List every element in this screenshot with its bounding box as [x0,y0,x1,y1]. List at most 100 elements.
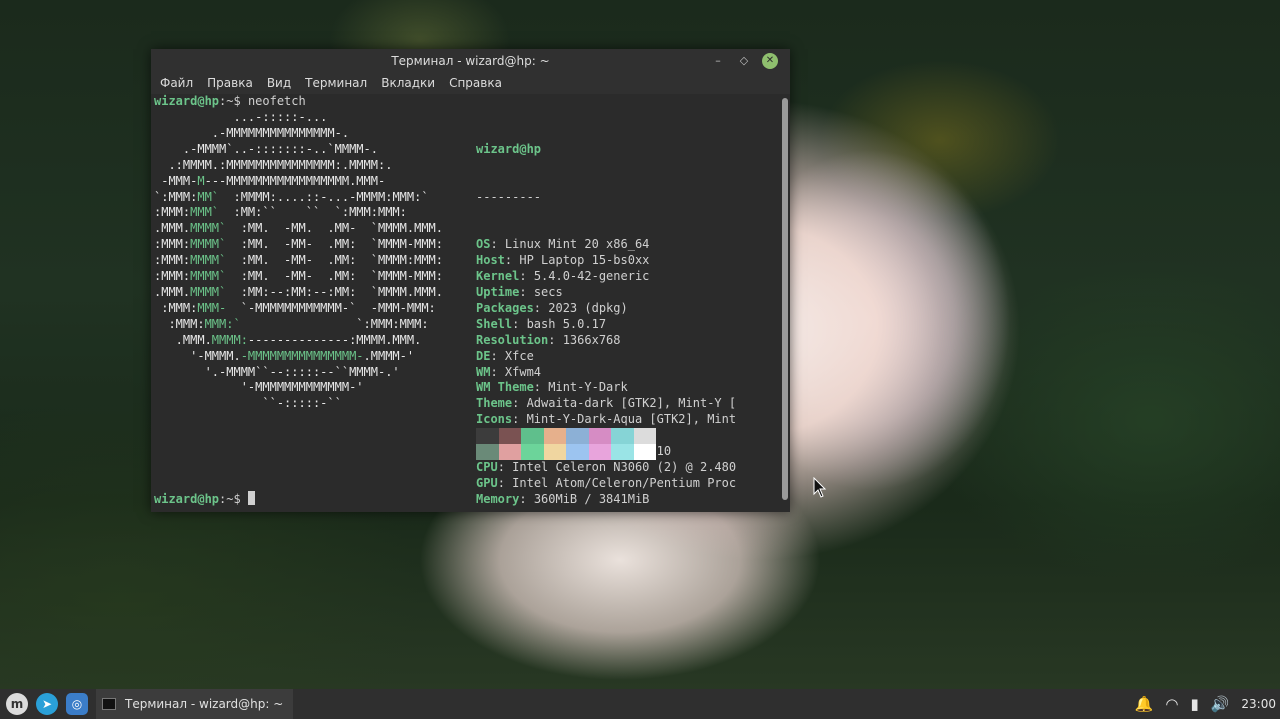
browser-icon[interactable]: ◎ [66,693,88,715]
info-key: GPU [476,475,498,490]
info-value: HP Laptop 15-bs0xx [519,253,650,268]
info-key: DE [476,348,491,363]
volume-icon[interactable]: 🔊 [1211,695,1230,713]
info-value: 360MiB / 3841MiB [533,491,650,506]
info-value: secs [533,284,563,299]
menu-help[interactable]: Справка [442,73,509,94]
command-text: neofetch [247,94,306,108]
ascii-segment: MMMM` [190,253,227,268]
info-value: Linux Mint 20 x86_64 [504,237,650,252]
minimize-button[interactable]: – [710,53,726,69]
system-tray: 🔔 ◠ ▮ 🔊 23:00 [1135,695,1280,713]
mouse-pointer-icon [813,477,827,498]
mint-ascii-logo: ...-:::::-... .-MMMMMMMMMMMMMMM-. .-MMMM… [154,110,443,412]
battery-icon[interactable]: ▮ [1190,695,1198,713]
maximize-button[interactable]: ◇ [736,53,752,69]
info-row: CPU: Intel Celeron N3060 (2) @ 2.480 [476,460,736,476]
menu-file[interactable]: Файл [153,73,200,94]
ascii-segment: M [197,173,205,188]
command-line: wizard@hp:~$ neofetch [154,94,306,110]
ascii-segment: '.-MMMM``--:::::--``MMMM-.' [154,364,400,379]
ascii-segment: MMM:` [204,316,241,331]
menu-view[interactable]: Вид [260,73,298,94]
palette-swatch [521,444,544,460]
ascii-segment: :MMM: [154,269,191,284]
ascii-segment: :MM. -MM- .MM: `MMMM:MMM: [226,253,443,268]
info-colon: : [490,348,505,363]
terminal-output[interactable]: wizard@hp:~$ neofetch ...-:::::-... .-MM… [151,94,780,512]
info-row: Icons: Mint-Y-Dark-Aqua [GTK2], Mint [476,412,736,428]
ascii-segment: :MM. -MM. .MM- `MMMM.MMM. [226,221,443,236]
info-colon: : [519,284,534,299]
ascii-line: :MMM:MMM` :MM:`` `` `:MMM:MMM: [154,205,443,221]
info-row: Host: HP Laptop 15-bs0xx [476,253,736,269]
ascii-segment: MMMM` [190,269,227,284]
terminal-window[interactable]: Терминал - wizard@hp: ~ – ◇ ✕ Файл Правк… [151,49,790,512]
menu-edit[interactable]: Правка [200,73,260,94]
scrollbar[interactable] [780,94,790,512]
palette-swatch [588,428,611,444]
info-row: Kernel: 5.4.0-42-generic [476,269,736,285]
mint-menu-icon[interactable]: m [6,693,28,715]
info-key: CPU [476,459,498,474]
palette-swatch [566,428,589,444]
info-key: Uptime [476,284,520,299]
prompt-user: wizard@hp [154,94,220,108]
info-key: Resolution [476,332,549,347]
info-key: WM [476,364,491,379]
ascii-segment: MMM` [190,205,220,220]
ascii-line: -MMM-M---MMMMMMMMMMMMMMMMM.MMM- [154,174,443,190]
wifi-icon[interactable]: ◠ [1165,695,1178,713]
info-value: Mint-Y-Dark [548,380,628,395]
ascii-line: .MMM.MMMM` :MM:--:MM:--:MM: `MMMM.MMM. [154,285,443,301]
ascii-line: :MMM:MMMM` :MM. -MM- .MM: `MMMM-MMM: [154,269,443,285]
taskbar-terminal-task[interactable]: Терминал - wizard@hp: ~ [96,689,294,719]
ascii-segment: ...-:::::-... [154,110,328,124]
ascii-segment: :MM. -MM- .MM: `MMMM-MMM: [226,237,443,252]
ascii-line: .MMM.MMMM` :MM. -MM. .MM- `MMMM.MMM. [154,221,443,237]
ascii-line: :MMM:MMM:` `:MMM:MMM: [154,317,443,333]
info-colon: : [490,237,505,252]
palette-swatch [611,428,634,444]
info-key: Kernel [476,269,520,284]
palette-swatch [498,444,521,460]
info-colon: : [497,475,513,490]
info-colon: : [533,300,549,315]
menu-tabs[interactable]: Вкладки [374,73,442,94]
title-bar[interactable]: Терминал - wizard@hp: ~ – ◇ ✕ [151,49,790,73]
notification-bell-icon[interactable]: 🔔 [1135,695,1154,713]
ascii-segment: :MMM: [154,316,205,331]
menu-terminal[interactable]: Терминал [298,73,374,94]
info-value: bash 5.0.17 [526,316,607,331]
ascii-segment: :MM:`` `` `:MMM:MMM: [219,205,407,220]
ascii-segment: `:MMM: [154,189,198,204]
ascii-line: .MMM.MMMM:--------------:MMMM.MMM. [154,333,443,349]
info-value: Intel Atom/Celeron/Pentium Proc [512,475,737,490]
ascii-segment: :MMM: [154,205,191,220]
info-key: Host [476,253,505,268]
info-row: GPU: Intel Atom/Celeron/Pentium Proc [476,476,736,492]
prompt-line[interactable]: wizard@hp:~$ [154,491,255,508]
ascii-segment: ``-:::::-`` [154,396,342,411]
clock[interactable]: 23:00 [1241,697,1276,711]
menu-bar: Файл Правка Вид Терминал Вкладки Справка [151,73,790,94]
ascii-segment: MMMM` [190,221,227,236]
text-cursor [247,491,255,505]
close-button[interactable]: ✕ [762,53,778,69]
ascii-line: .:MMMM.:MMMMMMMMMMMMMMM:.MMMM:. [154,158,443,174]
ascii-line: ``-:::::-`` [154,396,443,412]
telegram-icon[interactable]: ➤ [36,693,58,715]
ascii-line: .-MMMM`..-:::::::-..`MMMM-. [154,142,443,158]
scrollbar-thumb[interactable] [782,98,788,500]
info-key: Shell [476,316,513,331]
ascii-line: .-MMMMMMMMMMMMMMM-. [154,126,443,142]
prompt-user: wizard@hp [154,492,220,506]
info-colon: : [504,253,520,268]
ascii-line: `:MMM:MM` :MMMM:....::-...-MMMM:MMM:` [154,190,443,206]
terminal-icon [102,698,116,710]
ascii-segment: '-MMMM. [154,348,241,363]
palette-swatch [611,444,634,460]
palette-swatch [476,444,499,460]
ascii-segment: `-MMMMMMMMMMMM-` -MMM-MMM: [226,300,436,315]
ascii-segment: MM` [197,189,220,204]
